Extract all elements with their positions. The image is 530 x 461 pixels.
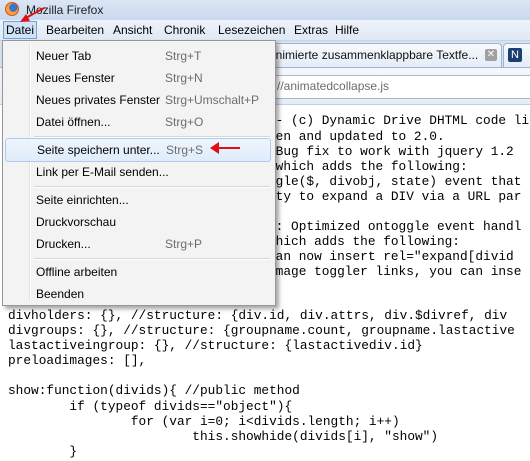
menu-bearbeiten[interactable]: Bearbeiten — [44, 22, 106, 38]
menu-hilfe[interactable]: Hilfe — [333, 22, 361, 38]
code-line: lastactiveingroup: {}, //structure: {las… — [8, 338, 423, 353]
tab-close-icon[interactable]: ✕ — [485, 49, 497, 61]
code-line: } — [8, 444, 78, 459]
code-line: image toggler links, you can inse — [268, 264, 522, 279]
menu-item-neues-fenster[interactable]: Neues Fenster Strg+N — [5, 67, 271, 89]
menu-item-shortcut: Strg+N — [165, 71, 203, 85]
annotation-arrow-save-icon — [210, 142, 240, 154]
menu-item-datei-oeffnen[interactable]: Datei öffnen... Strg+O — [5, 111, 271, 133]
tab-title: animierte zusammenklappbare Textfe... — [269, 48, 479, 62]
annotation-arrow-menubar-icon — [20, 7, 45, 22]
file-menu: Neuer Tab Strg+T Neues Fenster Strg+N Ne… — [2, 40, 276, 306]
menu-item-seite-speichern-unter[interactable]: Seite speichern unter... Strg+S — [5, 138, 271, 162]
menu-item-offline-arbeiten[interactable]: Offline arbeiten — [5, 261, 271, 283]
menu-separator — [34, 258, 270, 260]
menu-item-link-per-email[interactable]: Link per E-Mail senden... — [5, 161, 271, 183]
tab-favicon-icon: N — [508, 48, 522, 62]
menu-item-label: Offline arbeiten — [36, 265, 118, 279]
menu-item-label: Seite speichern unter... — [37, 143, 160, 157]
menu-item-label: Seite einrichten... — [36, 193, 129, 207]
code-line: Bug fix to work with jquery 1.2 — [268, 144, 514, 159]
menu-item-shortcut: Strg+T — [165, 49, 202, 63]
code-line: ity to expand a DIV via a URL par — [268, 189, 522, 204]
code-line: ten and updated to 2.0. — [268, 129, 445, 144]
menu-item-label: Datei öffnen... — [36, 115, 111, 129]
code-line: which adds the following: — [268, 159, 468, 174]
menu-item-shortcut: Strg+P — [165, 237, 203, 251]
code-line: if (typeof divids=="object"){ — [8, 399, 293, 414]
url-bar[interactable]: //animatedcollapse.js — [270, 75, 530, 99]
code-line: divholders: {}, //structure: {div.id, di… — [8, 308, 508, 323]
menu-chronik[interactable]: Chronik — [162, 22, 207, 38]
tab-second[interactable]: N — [503, 43, 530, 67]
code-line: show:function(divids){ //public method — [8, 383, 300, 398]
menu-item-seite-einrichten[interactable]: Seite einrichten... — [5, 189, 271, 211]
menu-item-drucken[interactable]: Drucken... Strg+P — [5, 233, 271, 255]
menu-item-label: Neues Fenster — [36, 71, 115, 85]
code-line: can now insert rel="expand[divid — [268, 249, 514, 264]
menu-item-shortcut: Strg+Umschalt+P — [165, 93, 260, 107]
code-line: for (var i=0; i<divids.length; i++) — [8, 414, 400, 429]
menu-item-label: Link per E-Mail senden... — [36, 165, 169, 179]
menu-item-label: Neues privates Fenster — [36, 93, 161, 107]
window-titlebar: Mozilla Firefox — [0, 0, 530, 20]
menu-separator — [34, 186, 270, 188]
menu-extras[interactable]: Extras — [292, 22, 330, 38]
menu-item-shortcut: Strg+O — [165, 115, 204, 129]
menu-item-label: Druckvorschau — [36, 215, 117, 229]
menu-item-label: Beenden — [36, 287, 85, 301]
menu-item-neues-privates-fenster[interactable]: Neues privates Fenster Strg+Umschalt+P — [5, 89, 271, 111]
code-line: 0- (c) Dynamic Drive DHTML code li — [268, 113, 530, 128]
menu-item-beenden[interactable]: Beenden — [5, 283, 271, 305]
code-line: divgroups: {}, //structure: {groupname.c… — [8, 323, 515, 338]
menu-ansicht[interactable]: Ansicht — [111, 22, 154, 38]
menu-lesezeichen[interactable]: Lesezeichen — [216, 22, 287, 38]
tab-active[interactable]: animierte zusammenklappbare Textfe... ✕ — [262, 43, 502, 67]
code-line: 1: Optimized ontoggle event handl — [268, 219, 522, 234]
menubar: Datei Bearbeiten Ansicht Chronik Lesezei… — [0, 20, 530, 41]
menu-item-shortcut: Strg+S — [166, 143, 204, 157]
code-line: which adds the following: — [268, 234, 460, 249]
code-line: ggle($, divobj, state) event that — [268, 174, 522, 189]
menu-item-druckvorschau[interactable]: Druckvorschau — [5, 211, 271, 233]
menu-item-neuer-tab[interactable]: Neuer Tab Strg+T — [5, 45, 271, 67]
url-text: //animatedcollapse.js — [277, 79, 390, 93]
code-line: this.showhide(divids[i], "show") — [8, 429, 439, 444]
menu-item-label: Drucken... — [36, 237, 91, 251]
code-line: preloadimages: [], — [8, 353, 147, 368]
menu-item-label: Neuer Tab — [36, 49, 92, 63]
